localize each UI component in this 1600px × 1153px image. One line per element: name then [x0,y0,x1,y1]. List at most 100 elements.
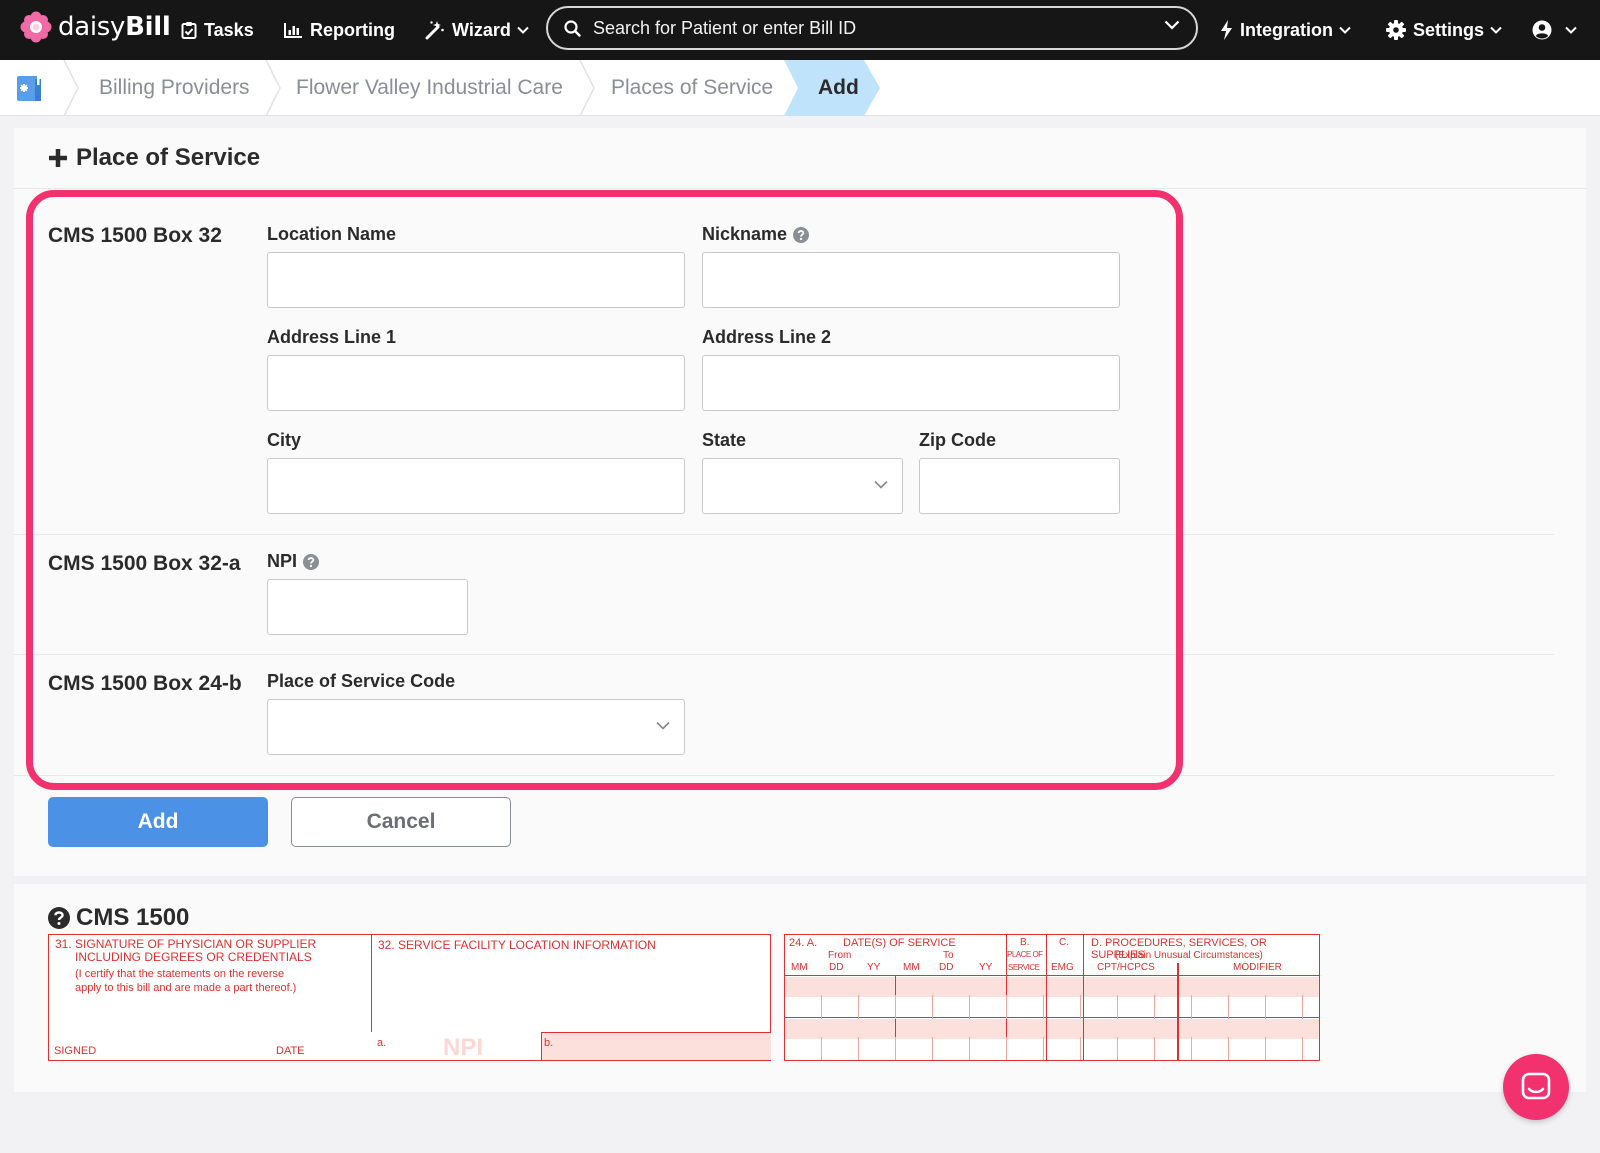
nickname-label: Nickname [702,224,810,245]
daisybill-logo[interactable]: daisyBill [20,11,171,43]
state-select[interactable] [702,458,903,514]
box-31-heading: 31. SIGNATURE OF PHYSICIAN OR SUPPLIER I… [55,937,317,964]
box-31-signed: SIGNED [54,1045,97,1057]
nav-reporting[interactable]: Reporting [284,0,395,60]
box-24c-label: C. [1059,937,1069,948]
chat-launcher-button[interactable] [1503,1054,1569,1120]
box-32-heading: 32. SERVICE FACILITY LOCATION INFORMATIO… [378,938,656,952]
divider [14,188,1586,189]
nav-wizard-label: Wizard [452,19,511,40]
cms-1500-form-box-31-32: 31. SIGNATURE OF PHYSICIAN OR SUPPLIER I… [48,934,771,1061]
breadcrumb-provider-name[interactable]: Flower Valley Industrial Care [296,60,563,116]
from-mm-label: MM [791,962,808,973]
breadcrumb-billing-providers[interactable]: Billing Providers [99,60,250,116]
zip-code-input[interactable] [919,458,1120,514]
chevron-down-icon [517,26,529,34]
user-circle-icon [1532,20,1552,40]
form-dashed-cells [785,995,1319,1019]
box-32-a-label: a. [377,1037,387,1049]
divider [14,654,1554,655]
cms-1500-title-text: CMS 1500 [76,904,190,931]
lightning-bolt-icon [1221,20,1232,40]
cms-1500-title: CMS 1500 [48,904,189,932]
address-line-1-label: Address Line 1 [267,327,397,347]
place-of-label: PLACE OF [1007,950,1043,959]
breadcrumb-separator [579,60,595,116]
from-yy-label: YY [867,962,881,973]
modifier-label: MODIFIER [1233,962,1282,973]
city-label: City [267,430,302,450]
address-line-2-label: Address Line 2 [702,327,832,347]
address-line-1-input[interactable] [267,355,685,411]
section-label-box-32: CMS 1500 Box 32 [48,224,222,247]
chevron-down-icon [1490,26,1502,34]
gear-icon [1386,20,1406,40]
form-shaded-row [785,1019,1319,1039]
question-circle-icon[interactable] [303,553,320,570]
location-name-input[interactable] [267,252,685,308]
breadcrumb-places-of-service[interactable]: Places of Service [611,60,773,116]
city-input[interactable] [267,458,685,514]
add-button[interactable]: Add [48,797,268,847]
to-mm-label: MM [903,962,920,973]
question-circle-icon[interactable] [793,226,810,243]
form-dashed-cells [785,1037,1319,1060]
nav-settings-label: Settings [1413,19,1485,40]
divider [14,534,1554,535]
form-line [785,975,1319,976]
explain-label: (Explain Unusual Circumstances) [1115,950,1263,961]
form-title: Place of Service [48,144,260,172]
chevron-down-icon [1565,26,1577,34]
chat-icon [1521,1072,1551,1100]
section-label-box-24b: CMS 1500 Box 24-b [48,672,242,695]
state-label: State [702,430,747,450]
service-label: SERVICE [1008,963,1040,972]
cms-1500-form-box-24: 24. A. DATE(S) OF SERVICE From To MM DD … [784,934,1320,1061]
magic-wand-icon [425,21,444,40]
brand-name-bold: Bill [125,12,171,42]
box-31-certify-text: (I certify that the statements on the re… [75,968,297,994]
nav-settings[interactable]: Settings [1386,0,1502,60]
section-label-box-32a: CMS 1500 Box 32-a [48,552,241,575]
breadcrumb: Billing Providers Flower Valley Industri… [0,60,1600,116]
search-icon [564,19,581,37]
user-account-menu[interactable] [1532,0,1577,60]
question-circle-icon [48,907,70,929]
address-line-2-input[interactable] [702,355,1120,411]
cancel-button[interactable]: Cancel [291,797,511,847]
to-yy-label: YY [979,962,993,973]
nav-integration-label: Integration [1240,19,1333,40]
form-line [541,1032,542,1060]
npi-input[interactable] [267,579,468,635]
brand-name-light: daisy [58,12,126,42]
box-32-npi-watermark: NPI [443,1034,484,1061]
emg-label: EMG [1051,962,1074,973]
nav-tasks-label: Tasks [204,19,254,40]
to-label: To [943,950,954,961]
chevron-down-icon[interactable] [1164,20,1180,30]
patient-search-bar[interactable] [546,6,1198,50]
place-of-service-code-label: Place of Service Code [267,671,456,691]
nav-wizard[interactable]: Wizard [425,0,529,60]
daisy-flower-icon [20,11,52,43]
cpt-hcpcs-label: CPT/HCPCS [1097,962,1155,973]
chevron-down-icon [1339,26,1351,34]
plus-icon [49,149,67,167]
location-name-label: Location Name [267,224,397,244]
zip-code-label: Zip Code [919,430,996,450]
nav-tasks[interactable]: Tasks [181,0,254,60]
place-of-service-code-select[interactable] [267,699,685,755]
box-31-date: DATE [276,1045,305,1057]
form-shaded-row [785,977,1319,997]
bar-chart-icon [284,23,302,38]
medical-building-icon[interactable] [15,73,45,103]
nav-reporting-label: Reporting [310,19,395,40]
search-input[interactable] [591,16,1131,40]
clipboard-check-icon [181,22,197,39]
breadcrumb-separator [63,60,79,116]
box-32-b-label: b. [544,1037,554,1049]
breadcrumb-separator [265,60,281,116]
nickname-input[interactable] [702,252,1120,308]
nav-integration[interactable]: Integration [1220,0,1351,60]
form-title-text: Place of Service [76,144,261,171]
